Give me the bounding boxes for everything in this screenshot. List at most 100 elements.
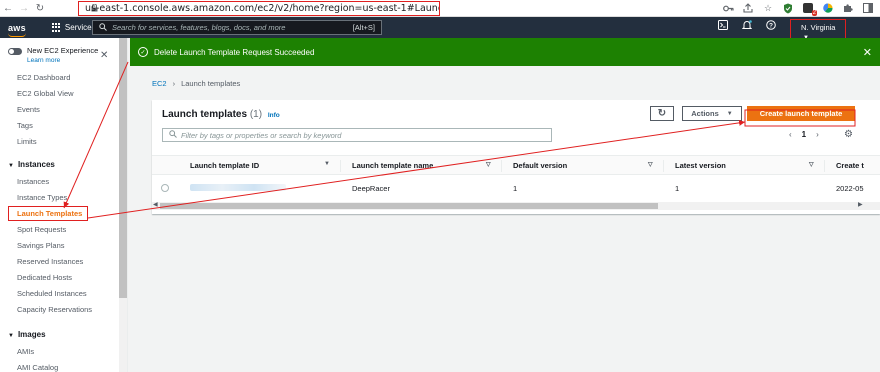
sidebar-item-ami-catalog[interactable]: AMI Catalog xyxy=(0,360,127,372)
help-icon[interactable]: ? xyxy=(766,20,776,32)
create-launch-template-button[interactable]: Create launch template xyxy=(747,106,855,121)
badge-count: 2 xyxy=(811,10,817,16)
sidebar-item-launch-templates[interactable]: Launch Templates xyxy=(0,206,127,222)
sidebar-item-savings-plans[interactable]: Savings Plans xyxy=(0,238,127,254)
aws-logo-text: aws xyxy=(8,22,26,33)
actions-label: Actions xyxy=(691,109,719,118)
sidebar-scrollbar[interactable] xyxy=(119,38,127,372)
cell-create-time: 2022-05 xyxy=(836,184,864,193)
sidebar-item-instances[interactable]: Instances xyxy=(0,174,127,190)
svg-text:?: ? xyxy=(769,22,773,29)
sidebar-top-group: EC2 Dashboard EC2 Global View Events Tag… xyxy=(0,70,127,150)
table-header: Launch template ID ▼ Launch template nam… xyxy=(152,155,880,175)
cell-name: DeepRacer xyxy=(352,184,390,193)
search-shortcut: [Alt+S] xyxy=(352,23,375,32)
table-scroll-thumb[interactable] xyxy=(160,203,658,209)
scroll-left-icon[interactable]: ◀ xyxy=(153,201,158,208)
item-count: (1) xyxy=(249,109,263,120)
forward-icon[interactable]: → xyxy=(16,0,32,16)
column-header-latest-version[interactable]: Latest version xyxy=(675,161,726,170)
filter-input[interactable]: Filter by tags or properties or search b… xyxy=(162,128,552,142)
refresh-button[interactable]: ↻ xyxy=(650,106,674,121)
current-page[interactable]: 1 xyxy=(802,130,806,139)
column-header-name[interactable]: Launch template name xyxy=(352,161,433,170)
share-icon[interactable] xyxy=(742,2,754,14)
cloudshell-icon[interactable] xyxy=(718,20,728,32)
panel-title-text: Launch templates xyxy=(162,109,248,120)
back-icon[interactable]: ← xyxy=(0,0,16,16)
launch-templates-panel: Launch templates (1) Info ↻ Actions ▼ Cr… xyxy=(152,100,880,214)
search-placeholder: Search for services, features, blogs, do… xyxy=(112,23,286,32)
sidebar-item-instance-types[interactable]: Instance Types xyxy=(0,190,127,206)
sidepanel-icon[interactable] xyxy=(862,2,874,14)
actions-button[interactable]: Actions ▼ xyxy=(682,106,742,121)
page-title: Launch templates (1) Info xyxy=(162,109,280,120)
grid-icon xyxy=(51,23,61,32)
key-icon[interactable] xyxy=(722,2,734,14)
filter-placeholder: Filter by tags or properties or search b… xyxy=(181,130,342,140)
sidebar-item-capacity-reservations[interactable]: Capacity Reservations xyxy=(0,302,127,318)
extension-badge-icon[interactable]: 2 xyxy=(802,2,817,16)
sidebar-section-instances[interactable]: ▼ Instances xyxy=(0,156,127,174)
sidebar-item-limits[interactable]: Limits xyxy=(0,134,127,150)
column-header-id[interactable]: Launch template ID xyxy=(190,161,259,170)
sidebar-item-ec2-dashboard[interactable]: EC2 Dashboard xyxy=(0,70,127,86)
experience-toggle[interactable] xyxy=(8,48,22,55)
services-menu[interactable]: Services xyxy=(51,23,96,32)
aws-logo[interactable]: aws xyxy=(8,22,26,37)
flash-success: ✓ Delete Launch Template Request Succeed… xyxy=(130,38,880,66)
sidebar-item-scheduled-instances[interactable]: Scheduled Instances xyxy=(0,286,127,302)
address-bar[interactable]: us-east-1.console.aws.amazon.com/ec2/v2/… xyxy=(78,1,440,16)
sort-icon[interactable]: ▽ xyxy=(809,161,814,168)
puzzle-icon[interactable] xyxy=(842,2,854,14)
info-link[interactable]: Info xyxy=(268,112,280,119)
bell-icon[interactable] xyxy=(741,20,753,32)
experience-label: New EC2 Experience xyxy=(27,46,99,55)
prev-page-icon[interactable]: ‹ xyxy=(789,130,792,139)
caret-down-icon: ▼ xyxy=(8,163,14,169)
browser-toolbar: ← → ↻ us-east-1.console.aws.amazon.com/e… xyxy=(0,0,880,17)
sidebar-item-dedicated-hosts[interactable]: Dedicated Hosts xyxy=(0,270,127,286)
table-row[interactable]: DeepRacer 1 1 2022-05 xyxy=(152,180,880,198)
sort-icon[interactable]: ▽ xyxy=(648,161,653,168)
search-icon xyxy=(169,130,177,140)
row-radio[interactable] xyxy=(161,184,169,192)
sidebar-item-spot-requests[interactable]: Spot Requests xyxy=(0,222,127,238)
shield-extension-icon[interactable] xyxy=(782,2,794,14)
gear-icon[interactable]: ⚙ xyxy=(844,129,853,140)
search-input[interactable]: Search for services, features, blogs, do… xyxy=(92,20,382,35)
caret-down-icon: ▼ xyxy=(726,110,733,117)
breadcrumb-ec2[interactable]: EC2 xyxy=(152,79,167,88)
sidebar-item-amis[interactable]: AMIs xyxy=(0,344,127,360)
ec2-sidebar: New EC2 Experience Learn more ✕ EC2 Dash… xyxy=(0,38,128,372)
sidebar-scroll-thumb[interactable] xyxy=(119,38,127,298)
reload-icon[interactable]: ↻ xyxy=(32,0,48,16)
cell-default-version: 1 xyxy=(513,184,518,193)
create-label: Create launch template xyxy=(759,109,843,118)
star-icon[interactable]: ☆ xyxy=(762,2,774,14)
learn-more-link[interactable]: Learn more xyxy=(27,56,98,66)
next-page-icon[interactable]: › xyxy=(816,130,819,139)
sidebar-item-ec2-global-view[interactable]: EC2 Global View xyxy=(0,86,127,102)
column-header-create-time[interactable]: Create t xyxy=(836,161,864,170)
pagination: ‹ 1 › xyxy=(789,130,819,139)
dismiss-icon[interactable]: ✕ xyxy=(863,46,872,59)
annotation-box xyxy=(8,206,88,221)
table-hscrollbar[interactable]: ◀ ▶ xyxy=(152,202,880,210)
caret-down-icon: ▼ xyxy=(8,333,14,339)
sort-icon[interactable]: ▽ xyxy=(486,161,491,168)
sidebar-item-reserved-instances[interactable]: Reserved Instances xyxy=(0,254,127,270)
column-header-default-version[interactable]: Default version xyxy=(513,161,567,170)
sort-desc-icon[interactable]: ▼ xyxy=(324,161,330,167)
region-label: N. Virginia xyxy=(801,23,836,32)
search-icon xyxy=(99,22,107,33)
color-extension-icon[interactable] xyxy=(822,2,834,14)
refresh-icon: ↻ xyxy=(657,108,667,119)
sidebar-section-images[interactable]: ▼ Images xyxy=(0,326,127,344)
scroll-right-icon[interactable]: ▶ xyxy=(858,201,863,208)
chevron-right-icon: › xyxy=(172,79,176,88)
flash-message: Delete Launch Template Request Succeeded xyxy=(154,47,315,57)
close-icon[interactable]: ✕ xyxy=(100,50,108,61)
sidebar-item-tags[interactable]: Tags xyxy=(0,118,127,134)
sidebar-item-events[interactable]: Events xyxy=(0,102,127,118)
